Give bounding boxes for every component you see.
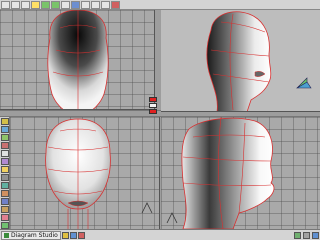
restore-viewport-icon[interactable] [149, 103, 157, 108]
taskbar: Diagram Studio [0, 229, 320, 240]
edge-icon[interactable] [91, 0, 100, 9]
face-icon[interactable] [101, 0, 110, 9]
scale-icon[interactable] [61, 0, 70, 9]
save-icon[interactable] [21, 0, 30, 9]
top-toolbar [0, 0, 320, 10]
front-head-model [47, 10, 109, 109]
torus-icon[interactable] [1, 158, 9, 165]
start-button[interactable]: Diagram Studio [1, 230, 61, 240]
perspective-head-model [206, 11, 272, 111]
select-icon[interactable] [31, 0, 40, 9]
edit-mesh-icon[interactable] [71, 0, 80, 9]
sphere-icon[interactable] [1, 118, 9, 125]
tool-palette [0, 117, 10, 229]
start-icon [4, 232, 9, 238]
side-view[interactable] [161, 117, 320, 229]
start-label: Diagram Studio [11, 231, 58, 239]
axis-gizmo-icon [295, 77, 312, 89]
cube-icon[interactable] [1, 126, 9, 133]
cylinder-icon[interactable] [1, 134, 9, 141]
spline-icon[interactable] [1, 182, 9, 189]
quick-launch-icon[interactable] [61, 231, 69, 239]
pivot-marker-icon [141, 202, 153, 214]
front-view[interactable] [0, 10, 155, 110]
render-icon[interactable] [111, 0, 120, 9]
tray-icon[interactable] [303, 231, 310, 239]
deform-icon[interactable] [1, 222, 9, 229]
viewport-controls [147, 96, 159, 118]
maximize-viewport-icon[interactable] [149, 97, 157, 102]
system-tray [293, 231, 320, 239]
cone-icon[interactable] [1, 142, 9, 149]
layout-toggle-icon[interactable] [149, 109, 157, 114]
side-head-model [181, 117, 275, 229]
new-file-icon[interactable] [1, 0, 10, 9]
plane-icon[interactable] [1, 150, 9, 157]
open-icon[interactable] [11, 0, 20, 9]
perspective-view[interactable] [161, 10, 320, 112]
rotate-icon[interactable] [51, 0, 60, 9]
browser-icon[interactable] [69, 231, 77, 239]
camera-icon[interactable] [1, 174, 9, 181]
paint-icon[interactable] [1, 214, 9, 221]
light-icon[interactable] [1, 166, 9, 173]
move-icon[interactable] [41, 0, 50, 9]
tray-icon[interactable] [312, 231, 319, 239]
app-icon[interactable] [77, 231, 85, 239]
bone-icon[interactable] [1, 190, 9, 197]
texture-icon[interactable] [1, 206, 9, 213]
top-view[interactable] [10, 117, 160, 229]
material-icon[interactable] [1, 198, 9, 205]
tray-icon[interactable] [294, 231, 301, 239]
modeling-app-window: Diagram Studio [0, 0, 320, 240]
side-pivot-icon [166, 212, 178, 224]
top-head-model [45, 118, 111, 229]
point-icon[interactable] [81, 0, 90, 9]
